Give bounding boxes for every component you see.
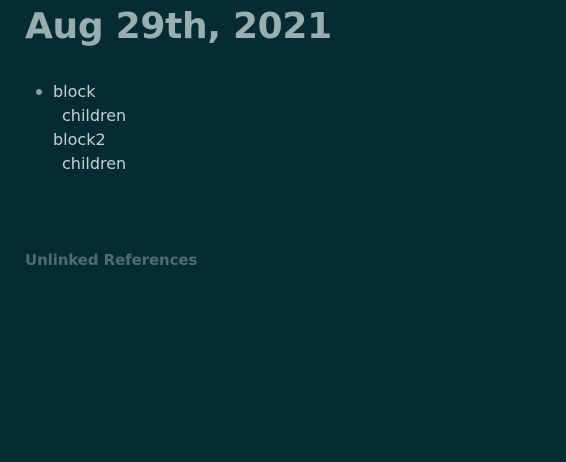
block-content[interactable]: children xyxy=(62,152,126,176)
child-block-item[interactable]: children xyxy=(0,104,300,128)
unlinked-references-toggle[interactable]: Unlinked References xyxy=(25,249,197,271)
block-item[interactable]: block xyxy=(0,80,300,104)
journal-page: Aug 29th, 2021 block children block2 chi… xyxy=(0,0,566,462)
block-content[interactable]: children xyxy=(62,104,126,128)
page-title[interactable]: Aug 29th, 2021 xyxy=(25,4,332,50)
block-item[interactable]: block2 xyxy=(0,128,300,152)
block-content[interactable]: block2 xyxy=(53,128,106,152)
bullet-dot-icon[interactable] xyxy=(36,89,42,95)
block-content[interactable]: block xyxy=(53,80,95,104)
child-block-item[interactable]: children xyxy=(0,152,300,176)
